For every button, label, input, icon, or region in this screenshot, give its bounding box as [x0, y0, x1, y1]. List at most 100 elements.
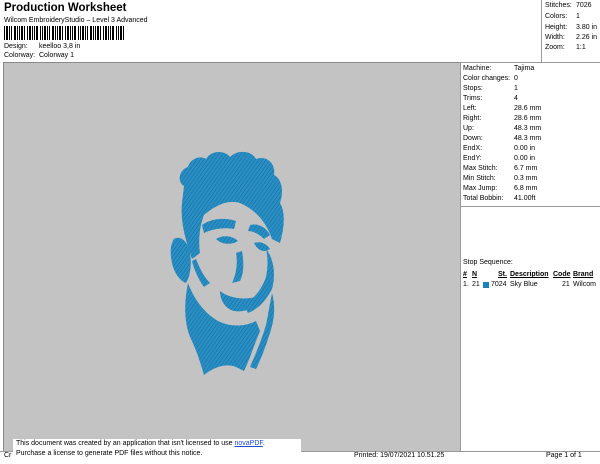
col-header-description: Description: [510, 271, 549, 278]
summary-value: 1: [576, 13, 580, 20]
barcode-bar: [27, 26, 28, 40]
divider: [461, 206, 600, 207]
color-swatch: [483, 282, 489, 288]
barcode-bar: [78, 26, 79, 40]
info-value: 0.00 in: [514, 155, 536, 162]
barcode-bar: [74, 26, 76, 40]
barcode-bar: [93, 26, 94, 40]
info-label: Min Stitch:: [463, 175, 496, 182]
info-label: Total Bobbin:: [463, 195, 504, 202]
barcode-bar: [29, 26, 31, 40]
notice-period: .: [262, 440, 265, 447]
info-value: Tajima: [514, 65, 535, 72]
barcode-bar: [14, 26, 16, 40]
summary-label: Width:: [545, 34, 565, 41]
barcode-bar: [36, 26, 38, 40]
row-st: 7024: [491, 281, 507, 288]
barcode-bar: [110, 26, 111, 40]
footer-left-text: Cr: [4, 452, 12, 459]
info-value: 41.00ft: [514, 195, 536, 202]
col-header-code: Code: [553, 271, 571, 278]
info-label: Left:: [463, 105, 477, 112]
summary-box: Stitches: 7026 Colors: 1 Height: 3.80 in Wi…: [541, 0, 600, 63]
barcode-bar: [52, 26, 54, 40]
barcode-bar: [120, 26, 122, 40]
info-min-stitch: Min Stitch: 0.3 mm: [463, 175, 537, 182]
info-up: Up: 48.3 mm: [463, 125, 541, 132]
summary-label: Stitches:: [545, 2, 572, 9]
summary-width: Width: 2.26 in: [545, 34, 597, 41]
col-header-n: N: [472, 271, 478, 278]
col-header-st: St.: [498, 271, 507, 278]
info-endy: EndY: 0.00 in: [463, 155, 535, 162]
info-value: 0.00 in: [514, 145, 536, 152]
info-label: Down:: [463, 135, 483, 142]
summary-value: 2.26 in: [576, 34, 598, 41]
design-label: Design:: [4, 43, 28, 50]
barcode-bar: [9, 26, 10, 40]
embroidery-portrait: [170, 151, 284, 375]
info-label: Right:: [463, 115, 482, 122]
info-value: 0.3 mm: [514, 175, 538, 182]
barcode-bar: [59, 26, 61, 40]
info-value: 0: [514, 75, 518, 82]
notice-line-2: Purchase a license to generate PDF files…: [16, 449, 203, 457]
row-code: 21: [562, 281, 570, 288]
page-number: Page 1 of 1: [546, 452, 582, 459]
notice-line-1: This document was created by an applicat…: [16, 439, 301, 449]
barcode-bar: [62, 26, 63, 40]
barcode-bar: [57, 26, 58, 40]
info-total-bobbin: Total Bobbin: 41.00ft: [463, 195, 535, 202]
info-trims: Trims: 4: [463, 95, 518, 102]
barcode-bar: [34, 26, 35, 40]
info-value: 28.6 mm: [514, 105, 542, 112]
barcode-bar: [40, 26, 41, 40]
barcode-bar: [108, 26, 109, 40]
info-label: Color changes:: [463, 75, 511, 82]
barcode-bar: [85, 26, 86, 40]
portrait-stitching: [170, 151, 284, 375]
info-label: Max Jump:: [463, 185, 498, 192]
info-value: 1: [514, 85, 518, 92]
barcode-bar: [80, 26, 81, 40]
info-stops: Stops: 1: [463, 85, 518, 92]
info-label: Stops:: [463, 85, 483, 92]
row-brand: Wilcom: [573, 281, 596, 288]
info-right: Right: 28.6 mm: [463, 115, 541, 122]
summary-colors: Colors: 1: [545, 13, 580, 20]
barcode-bar: [17, 26, 18, 40]
notice-text: This document was created by an applicat…: [16, 440, 235, 447]
barcode-bar: [97, 26, 99, 40]
barcode-bar: [87, 26, 88, 40]
printed-timestamp: Printed: 19/07/2021 10.51.25: [354, 452, 445, 459]
software-name: Wilcom EmbroideryStudio – Level 3 Advanc…: [4, 17, 148, 24]
barcode-bar: [42, 26, 43, 40]
colorway-value: Colorway 1: [39, 52, 75, 59]
summary-label: Zoom:: [545, 44, 565, 51]
barcode-bar: [65, 26, 66, 40]
barcode-bar: [21, 26, 23, 40]
barcode-bar: [6, 26, 8, 40]
barcode-bar: [90, 26, 92, 40]
barcode-bar: [116, 26, 117, 40]
barcode-bar: [100, 26, 101, 40]
info-label: Trims:: [463, 95, 483, 102]
summary-zoom: Zoom: 1:1: [545, 44, 586, 51]
info-label: EndY:: [463, 155, 482, 162]
summary-label: Height:: [545, 24, 568, 31]
info-label: Machine:: [463, 65, 492, 72]
novapdf-link[interactable]: novaPDF: [234, 440, 262, 447]
summary-stitches: Stitches: 7026: [545, 2, 592, 9]
barcode-bar: [24, 26, 25, 40]
barcode-bar: [70, 26, 71, 40]
info-value: 4: [514, 95, 518, 102]
barcode-bar: [82, 26, 84, 40]
info-left: Left: 28.6 mm: [463, 105, 541, 112]
stop-sequence-title: Stop Sequence:: [463, 259, 513, 266]
col-header-brand: Brand: [573, 271, 594, 278]
barcode-bar: [118, 26, 119, 40]
info-value: 6.7 mm: [514, 165, 538, 172]
license-notice: This document was created by an applicat…: [13, 439, 301, 461]
info-machine: Machine: Tajima: [463, 65, 534, 72]
barcode-bar: [47, 26, 48, 40]
